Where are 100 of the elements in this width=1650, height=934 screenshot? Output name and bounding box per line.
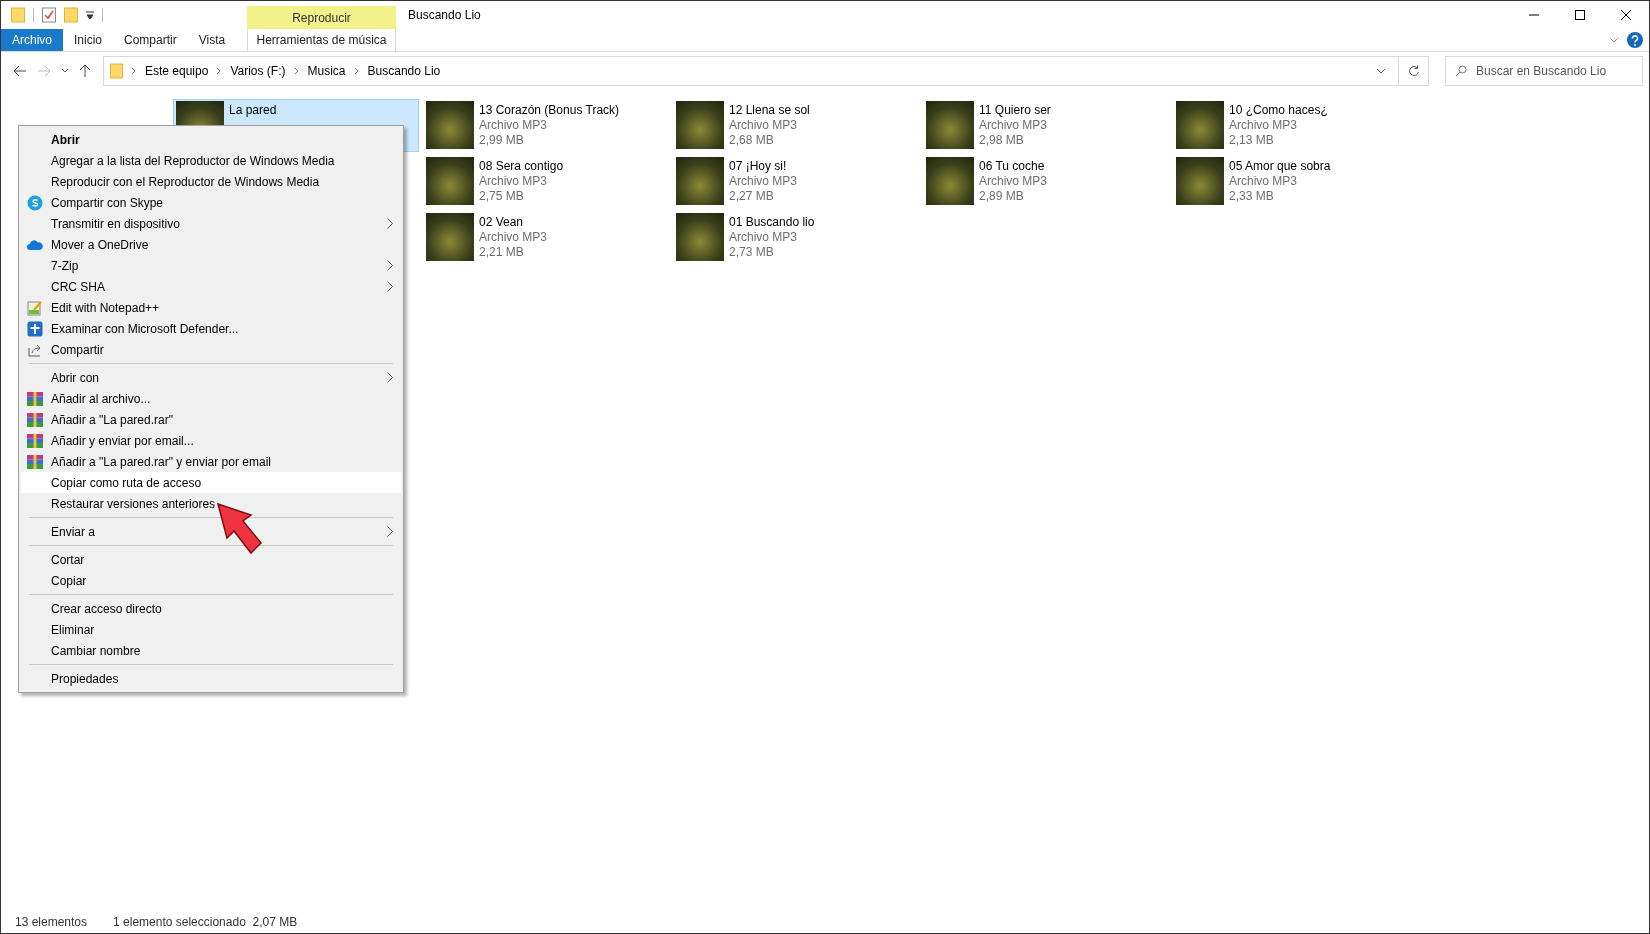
file-size: 2,98 MB [979, 133, 1025, 148]
menu-item[interactable]: Reproducir con el Reproductor de Windows Media [21, 171, 401, 192]
file-size: 2,33 MB [1229, 189, 1275, 204]
dropdown-icon[interactable] [86, 10, 94, 20]
ribbon-tab[interactable]: Vista [187, 29, 237, 51]
file-size: 2,13 MB [1229, 133, 1275, 148]
menu-item[interactable]: Añadir al archivo... [21, 388, 401, 409]
ribbon-tab[interactable]: Inicio [63, 29, 114, 51]
breadcrumb[interactable]: Musica [303, 64, 350, 78]
album-art-thumbnail [676, 213, 724, 261]
menu-item[interactable]: Cambiar nombre [21, 640, 401, 661]
file-name: 11 Quiero ser [979, 103, 1051, 118]
ribbon-tab[interactable]: Herramientas de música [247, 29, 396, 51]
file-type: Archivo MP3 [979, 118, 1049, 133]
album-art-thumbnail [426, 157, 474, 205]
file-name: La pared [229, 103, 277, 118]
file-item[interactable]: 07 ¡Hoy si! Archivo MP3 2,27 MB [673, 155, 919, 208]
file-type: Archivo MP3 [479, 174, 549, 189]
file-item[interactable]: 05 Amor que sobra Archivo MP3 2,33 MB [1173, 155, 1419, 208]
menu-item[interactable]: Añadir a "La pared.rar" y enviar por email [21, 451, 401, 472]
menu-item[interactable]: Crear acceso directo [21, 598, 401, 619]
file-name: 12 Llena se sol [729, 103, 810, 118]
close-icon [1621, 10, 1631, 20]
menu-item[interactable]: Restaurar versiones anteriores [21, 493, 401, 514]
file-item[interactable]: 08 Sera contigo Archivo MP3 2,75 MB [423, 155, 669, 208]
menu-item[interactable]: CRC SHA [21, 276, 401, 297]
menu-item[interactable]: Abrir con [21, 367, 401, 388]
file-size: 2,68 MB [729, 133, 775, 148]
breadcrumb[interactable]: Varios (F:) [226, 64, 290, 78]
file-name: 05 Amor que sobra [1229, 159, 1331, 174]
menu-item[interactable]: Mover a OneDrive [21, 234, 401, 255]
menu-item[interactable]: Copiar como ruta de acceso [21, 472, 401, 493]
album-art-thumbnail [1176, 157, 1224, 205]
chevron-right-icon [387, 218, 393, 229]
file-size: 2,99 MB [479, 133, 525, 148]
file-item[interactable]: 11 Quiero ser Archivo MP3 2,98 MB [923, 99, 1169, 152]
menu-item[interactable]: Examinar con Microsoft Defender... [21, 318, 401, 339]
share-icon [27, 342, 43, 358]
file-type: Archivo MP3 [729, 230, 799, 245]
chevron-right-icon[interactable] [216, 67, 223, 75]
file-name: 13 Corazón (Bonus Track) [479, 103, 620, 118]
file-name: 01 Buscando lio [729, 215, 815, 230]
chevron-right-icon [387, 526, 393, 537]
file-size: 2,21 MB [479, 245, 525, 260]
archive-icon [27, 454, 43, 470]
menu-item[interactable]: Compartir con Skype [21, 192, 401, 213]
file-item[interactable]: 01 Buscando lio Archivo MP3 2,73 MB [673, 211, 919, 264]
file-size: 2,89 MB [979, 189, 1025, 204]
file-type: Archivo MP3 [729, 118, 799, 133]
file-item[interactable]: 10 ¿Como haces¿ Archivo MP3 2,13 MB [1173, 99, 1419, 152]
ribbon-tab[interactable]: Compartir [113, 29, 188, 51]
chevron-right-icon [387, 372, 393, 383]
menu-item[interactable]: Propiedades [21, 668, 401, 689]
search-field[interactable]: Buscar en Buscando Lio [1445, 56, 1643, 86]
menu-item[interactable]: 7-Zip [21, 255, 401, 276]
menu-item[interactable]: Eliminar [21, 619, 401, 640]
breadcrumb[interactable]: Este equipo [141, 64, 213, 78]
menu-item[interactable]: Abrir [21, 129, 401, 150]
properties-icon[interactable] [42, 7, 56, 23]
file-item[interactable]: 06 Tu coche Archivo MP3 2,89 MB [923, 155, 1169, 208]
menu-item[interactable]: Cortar [21, 549, 401, 570]
menu-item[interactable]: Añadir y enviar por email... [21, 430, 401, 451]
folder-icon [110, 63, 123, 79]
album-art-thumbnail [426, 213, 474, 261]
file-type: Archivo MP3 [979, 174, 1048, 189]
up-button[interactable] [77, 62, 93, 80]
menu-item[interactable]: Enviar a [21, 521, 401, 542]
file-item[interactable]: 13 Corazón (Bonus Track) Archivo MP3 2,99 MB [423, 99, 669, 152]
menu-item[interactable]: Añadir a "La pared.rar" [21, 409, 401, 430]
menu-item[interactable]: Transmitir en dispositivo [21, 213, 401, 234]
file-name: 06 Tu coche [979, 159, 1046, 174]
selection-info: 1 elemento seleccionado 2,07 MB [113, 915, 298, 929]
file-size: 2,27 MB [729, 189, 775, 204]
file-tab[interactable]: Archivo [1, 29, 63, 51]
file-name: 10 ¿Como haces¿ [1229, 103, 1328, 118]
chevron-right-icon[interactable] [293, 67, 300, 75]
search-icon [1455, 65, 1467, 77]
archive-icon [27, 391, 43, 407]
maximize-icon [1575, 10, 1585, 20]
file-item[interactable]: 12 Llena se sol Archivo MP3 2,68 MB [673, 99, 919, 152]
notepad-icon [27, 300, 43, 316]
menu-item[interactable]: Edit with Notepad++ [21, 297, 401, 318]
archive-icon [27, 433, 43, 449]
menu-item[interactable]: Compartir [21, 339, 401, 360]
window-title: Buscando Lio [408, 8, 481, 22]
chevron-right-icon[interactable] [131, 67, 137, 75]
refresh-icon [1407, 65, 1420, 77]
menu-item[interactable]: Agregar a la lista del Reproductor de Windows Media [21, 150, 401, 171]
file-item[interactable]: 02 Vean Archivo MP3 2,21 MB [423, 211, 669, 264]
chevron-right-icon[interactable] [353, 67, 360, 75]
chevron-down-icon[interactable] [1376, 68, 1386, 74]
item-count: 13 elementos [15, 915, 88, 929]
file-type: Archivo MP3 [1229, 118, 1299, 133]
menu-item[interactable]: Copiar [21, 570, 401, 591]
album-art-thumbnail [926, 157, 974, 205]
address-field[interactable]: Este equipo Varios (F:) Musica Buscando Lio [103, 56, 1429, 86]
file-name: 02 Vean [479, 215, 525, 230]
back-button[interactable] [11, 63, 29, 79]
breadcrumb[interactable]: Buscando Lio [363, 64, 445, 78]
help-button[interactable] [1627, 32, 1643, 48]
